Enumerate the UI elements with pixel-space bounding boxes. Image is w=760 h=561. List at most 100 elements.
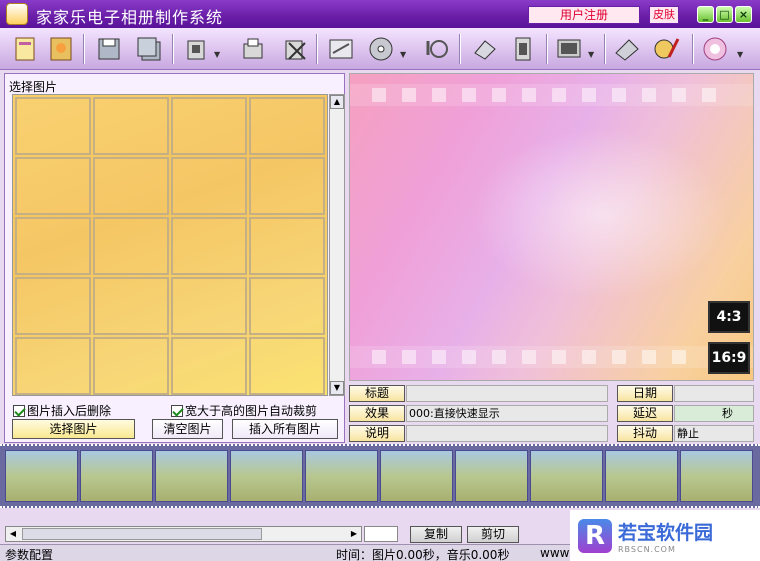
help-dropdown-icon[interactable]: ▼ — [737, 50, 743, 59]
register-button[interactable]: 用户注册 — [528, 6, 640, 24]
music-icon[interactable] — [420, 33, 450, 65]
delete-after-insert-checkbox[interactable]: 图片插入后删除 — [13, 402, 111, 419]
timeline-frame[interactable] — [605, 450, 678, 502]
app-logo-icon — [6, 3, 28, 25]
image-cell[interactable] — [93, 217, 169, 275]
cd-icon[interactable] — [366, 33, 396, 65]
image-cell[interactable] — [171, 217, 247, 275]
select-images-button[interactable]: 选择图片 — [12, 419, 135, 439]
timeline-frame[interactable] — [380, 450, 453, 502]
image-cell[interactable] — [15, 277, 91, 335]
clear-images-button[interactable]: 清空图片 — [152, 419, 223, 439]
timeline-frame[interactable] — [530, 450, 603, 502]
timeline-index-field[interactable] — [364, 526, 398, 542]
date-button[interactable]: 日期 — [617, 385, 673, 402]
delay-field[interactable]: 秒 — [674, 405, 754, 422]
date-field[interactable] — [674, 385, 754, 402]
image-cell[interactable] — [171, 97, 247, 155]
toolbar-separator — [172, 34, 174, 64]
close-button[interactable]: × — [735, 6, 752, 23]
film-icon[interactable] — [508, 33, 538, 65]
description-button[interactable]: 说明 — [349, 425, 405, 442]
scan-icon[interactable] — [612, 33, 642, 65]
timeline-frame[interactable] — [455, 450, 528, 502]
image-cell[interactable] — [15, 217, 91, 275]
scroll-thumb[interactable] — [22, 528, 262, 540]
timeline-frame[interactable] — [305, 450, 378, 502]
effect-button[interactable]: 效果 — [349, 405, 405, 422]
skin-button[interactable]: 皮肤 — [649, 6, 679, 24]
timeline-frame[interactable] — [5, 450, 78, 502]
scroll-up-icon[interactable]: ▲ — [330, 95, 344, 109]
photo-timeline — [0, 444, 760, 508]
scroll-left-icon[interactable]: ◀ — [6, 527, 20, 541]
cut-button[interactable]: 剪切 — [467, 526, 519, 543]
image-cell[interactable] — [249, 97, 325, 155]
checkbox-checked-icon[interactable] — [13, 404, 25, 417]
text-effect-icon[interactable] — [326, 33, 356, 65]
image-cell[interactable] — [171, 277, 247, 335]
image-cell[interactable] — [93, 337, 169, 395]
image-cell[interactable] — [93, 157, 169, 215]
toolbar-separator — [83, 34, 85, 64]
export-dropdown-icon[interactable]: ▼ — [214, 50, 220, 59]
timeline-frame[interactable] — [155, 450, 228, 502]
ratio-4-3-button[interactable]: 4:3 — [708, 301, 750, 333]
effect-field[interactable]: 000:直接快速显示 — [406, 405, 608, 422]
image-cell[interactable] — [15, 157, 91, 215]
description-field[interactable] — [406, 425, 608, 442]
shake-button[interactable]: 抖动 — [617, 425, 673, 442]
ratio-16-9-button[interactable]: 16:9 — [708, 342, 750, 374]
settings-icon[interactable] — [470, 33, 500, 65]
delay-button[interactable]: 延迟 — [617, 405, 673, 422]
image-cell[interactable] — [249, 277, 325, 335]
insert-all-images-button[interactable]: 插入所有图片 — [232, 419, 338, 439]
delete-icon[interactable] — [280, 33, 310, 65]
title-field[interactable] — [406, 385, 608, 402]
film-strip-top — [350, 84, 753, 106]
image-cell[interactable] — [249, 157, 325, 215]
scroll-down-icon[interactable]: ▼ — [330, 381, 344, 395]
shake-field[interactable]: 静止 — [674, 425, 754, 442]
maximize-button[interactable]: □ — [716, 6, 733, 23]
screen-dropdown-icon[interactable]: ▼ — [588, 50, 594, 59]
paint-icon[interactable] — [652, 33, 682, 65]
image-cell[interactable] — [15, 97, 91, 155]
checkbox-label: 宽大于高的图片自动裁剪 — [185, 404, 318, 418]
image-cell[interactable] — [171, 157, 247, 215]
copy-button[interactable]: 复制 — [410, 526, 462, 543]
image-grid[interactable] — [12, 94, 328, 396]
timeline-frame[interactable] — [680, 450, 753, 502]
open-album-icon[interactable] — [46, 33, 76, 65]
minimize-button[interactable]: _ — [697, 6, 714, 23]
status-config[interactable]: 参数配置 — [5, 546, 53, 561]
title-button[interactable]: 标题 — [349, 385, 405, 402]
app-title: 家家乐电子相册制作系统 — [36, 8, 224, 27]
export-icon[interactable] — [182, 33, 212, 65]
status-time: 时间：图片0.00秒，音乐0.00秒 — [336, 548, 510, 561]
timeline-frame[interactable] — [80, 450, 153, 502]
scroll-right-icon[interactable]: ▶ — [347, 527, 361, 541]
screen-icon[interactable] — [554, 33, 584, 65]
image-cell[interactable] — [93, 277, 169, 335]
preview-background — [450, 114, 750, 314]
timeline-scrollbar[interactable]: ◀ ▶ — [5, 526, 362, 542]
image-cell[interactable] — [249, 337, 325, 395]
grid-scrollbar[interactable]: ▲ ▼ — [329, 94, 345, 396]
print-icon[interactable] — [238, 33, 268, 65]
image-cell[interactable] — [171, 337, 247, 395]
new-album-icon[interactable] — [10, 33, 40, 65]
image-cell[interactable] — [15, 337, 91, 395]
save-as-icon[interactable] — [134, 33, 164, 65]
save-icon[interactable] — [94, 33, 124, 65]
help-icon[interactable] — [700, 33, 730, 65]
cd-dropdown-icon[interactable]: ▼ — [400, 50, 406, 59]
watermark-text: 若宝软件园 RBSCN.COM — [618, 518, 713, 554]
image-cell[interactable] — [249, 217, 325, 275]
auto-crop-checkbox[interactable]: 宽大于高的图片自动裁剪 — [171, 402, 317, 419]
image-cell[interactable] — [93, 97, 169, 155]
timeline-frame[interactable] — [230, 450, 303, 502]
checkbox-checked-icon[interactable] — [171, 404, 183, 417]
watermark-logo-icon: R — [578, 518, 612, 553]
toolbar-separator — [316, 34, 318, 64]
